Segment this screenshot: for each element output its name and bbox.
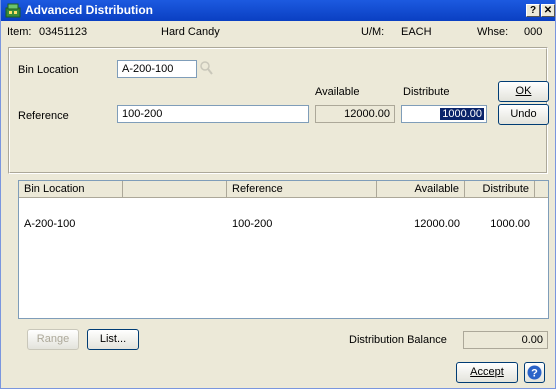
svg-text:?: ? bbox=[531, 368, 538, 380]
question-icon: ? bbox=[527, 365, 542, 380]
distribution-grid[interactable]: Bin Location Reference Available Distrib… bbox=[18, 180, 549, 319]
reference-field[interactable]: 100-200 bbox=[117, 105, 309, 123]
cell-available: 12000.00 bbox=[414, 218, 460, 230]
distribute-field-value: 1000.00 bbox=[440, 108, 484, 120]
distribute-field[interactable]: 1000.00 bbox=[401, 105, 487, 123]
column-header-reference[interactable]: Reference bbox=[227, 181, 377, 198]
range-button-label: Range bbox=[36, 333, 70, 345]
help-button[interactable]: ? bbox=[524, 362, 545, 383]
whse-label: Whse: bbox=[477, 26, 509, 38]
um-label: U/M: bbox=[361, 26, 385, 38]
window-title: Advanced Distribution bbox=[25, 3, 154, 17]
close-button[interactable]: ✕ bbox=[541, 4, 555, 17]
available-field: 12000.00 bbox=[315, 105, 395, 123]
cell-distribute: 1000.00 bbox=[490, 218, 530, 230]
help-title-button[interactable]: ? bbox=[526, 4, 540, 17]
list-button[interactable]: List... bbox=[87, 329, 139, 350]
accept-button-label: Accept bbox=[470, 366, 504, 378]
distribute-label: Distribute bbox=[403, 86, 450, 98]
cell-bin-location: A-200-100 bbox=[24, 218, 76, 230]
column-header-available[interactable]: Available bbox=[377, 181, 465, 198]
ok-button[interactable]: OK bbox=[498, 81, 549, 102]
column-header-end bbox=[535, 181, 548, 198]
column-header-bin-location[interactable]: Bin Location bbox=[19, 181, 123, 198]
advanced-distribution-window: Advanced Distribution ? ✕ Item: 03451123… bbox=[0, 0, 556, 389]
whse-value: 000 bbox=[524, 26, 543, 38]
ok-button-label: OK bbox=[515, 85, 532, 97]
undo-button[interactable]: Undo bbox=[498, 104, 549, 125]
distribution-balance-field: 0.00 bbox=[463, 331, 548, 349]
bin-location-field[interactable]: A-200-100 bbox=[117, 60, 197, 78]
undo-button-label: Undo bbox=[510, 108, 537, 120]
um-value: EACH bbox=[401, 26, 432, 38]
distribution-balance-label: Distribution Balance bbox=[349, 334, 447, 346]
reference-label: Reference bbox=[18, 110, 69, 122]
title-bar[interactable]: Advanced Distribution ? ✕ bbox=[1, 0, 555, 21]
app-window-icon bbox=[5, 3, 21, 18]
column-header-spacer[interactable] bbox=[123, 181, 227, 198]
cell-reference: 100-200 bbox=[232, 218, 273, 230]
accept-button[interactable]: Accept bbox=[456, 362, 518, 383]
item-number: 03451123 bbox=[39, 26, 88, 38]
item-label: Item: bbox=[7, 26, 32, 38]
table-row[interactable]: A-200-100 100-200 12000.00 1000.00 bbox=[19, 199, 548, 230]
list-button-label: List... bbox=[99, 333, 127, 345]
column-header-distribute[interactable]: Distribute bbox=[465, 181, 535, 198]
item-description: Hard Candy bbox=[161, 26, 220, 38]
range-button[interactable]: Range bbox=[27, 329, 79, 350]
magnifier-icon[interactable] bbox=[199, 60, 213, 76]
bin-location-label: Bin Location bbox=[18, 64, 79, 76]
available-label: Available bbox=[315, 86, 360, 98]
